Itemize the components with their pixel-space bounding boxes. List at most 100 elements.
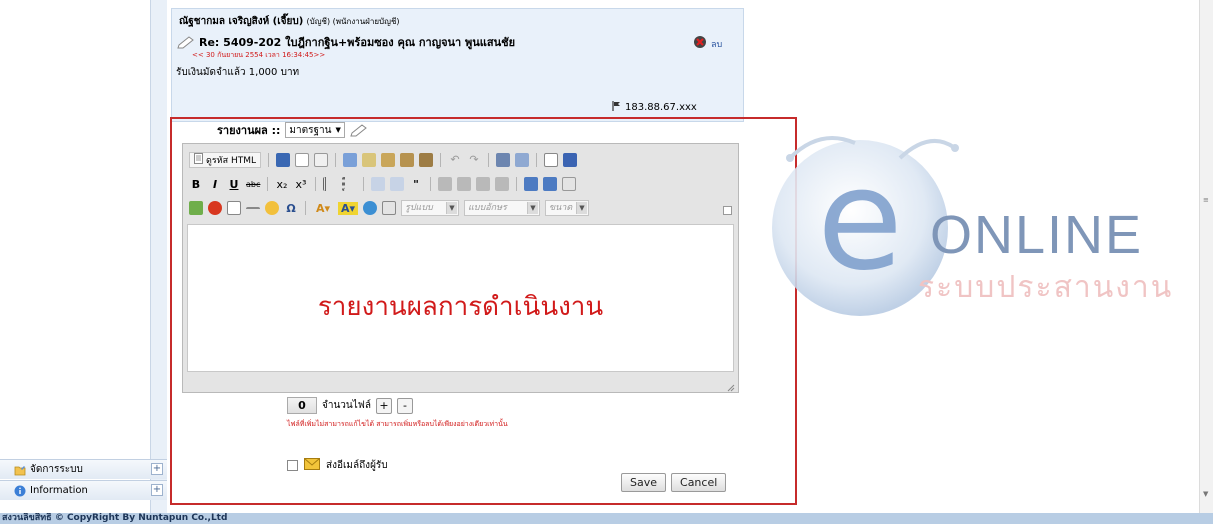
vertical-scrollbar[interactable]: ≡ ▼: [1199, 0, 1213, 513]
source-button[interactable]: ดูรหัส HTML: [189, 152, 262, 168]
copy-icon[interactable]: [362, 153, 377, 167]
align-justify-icon[interactable]: [495, 177, 509, 191]
font-select-label: แบบอักษร: [468, 203, 507, 213]
remove-format-icon[interactable]: [563, 153, 578, 167]
align-left-icon[interactable]: [438, 177, 452, 191]
collapse-toolbar-icon[interactable]: [723, 206, 732, 215]
undo-icon[interactable]: ↶: [448, 153, 462, 167]
flag-icon: [612, 101, 622, 114]
toolbar-separator: [536, 153, 538, 167]
sidebar-item-label: จัดการระบบ: [30, 464, 83, 475]
toolbar-separator: [315, 177, 316, 191]
toolbar-row-3: Ω A▾ A▾ รูปแบบ ▼ แบบอักษร ▼ ขนาด ▼: [189, 198, 589, 218]
size-select-label: ขนาด: [549, 203, 573, 213]
mail-icon: [304, 458, 320, 473]
delete-button[interactable]: ลบ: [692, 35, 722, 52]
pencil-icon: [177, 35, 195, 49]
document-icon: [194, 153, 203, 167]
bg-color-icon[interactable]: A▾: [338, 201, 358, 215]
outdent-icon[interactable]: [371, 177, 385, 191]
paste-text-icon[interactable]: [400, 153, 415, 167]
pencil-icon[interactable]: [350, 123, 368, 137]
toolbar-row-2: B I U abc x₂ x³ ": [189, 174, 576, 194]
anchor-icon[interactable]: [562, 177, 576, 191]
remove-file-button[interactable]: -: [397, 397, 413, 414]
bold-icon[interactable]: B: [189, 178, 203, 191]
delete-icon: [692, 35, 708, 52]
file-count-field[interactable]: 0: [287, 397, 317, 414]
info-icon: [14, 485, 26, 497]
sidebar: [0, 0, 167, 513]
resize-handle-icon[interactable]: [726, 382, 735, 392]
save-icon[interactable]: [276, 153, 291, 167]
sidebar-item-information[interactable]: Information +: [0, 480, 167, 500]
toolbar-separator: [335, 153, 337, 167]
online-logo: e ONLINE ระบบประสานงาน: [760, 118, 1200, 338]
table-icon[interactable]: [227, 201, 241, 215]
link-icon[interactable]: [524, 177, 538, 191]
subscript-icon[interactable]: x₂: [275, 178, 289, 191]
smiley-icon[interactable]: [265, 201, 279, 215]
report-label: รายงานผล ::: [217, 124, 281, 137]
superscript-icon[interactable]: x³: [294, 178, 308, 191]
sidebar-item-system[interactable]: จัดการระบบ +: [0, 459, 167, 479]
comment-date: << 30 กันยายน 2554 เวลา 16:34:45>>: [192, 51, 326, 59]
underline-icon[interactable]: U: [227, 178, 241, 191]
find-icon[interactable]: [496, 153, 511, 167]
sidebar-collapse-strip[interactable]: [150, 0, 167, 513]
chevron-down-icon: ▼: [576, 202, 587, 214]
chevron-down-icon: ▼: [446, 202, 457, 214]
comment-ip: 183.88.67.xxx: [625, 102, 697, 113]
image-icon[interactable]: [189, 201, 203, 215]
source-label: ดูรหัส HTML: [206, 156, 257, 166]
folder-icon: [14, 464, 26, 476]
attachment-controls: 0 จำนวนไฟล์ + -: [287, 397, 413, 414]
sidebar-item-label: Information: [30, 485, 88, 496]
email-option: ส่งอีเมล์ถึงผู้รับ: [287, 458, 388, 473]
report-type-select[interactable]: มาตรฐาน ▼: [285, 122, 345, 138]
select-all-icon[interactable]: [544, 153, 559, 167]
scrollbar-grip-icon[interactable]: ≡: [1203, 196, 1209, 204]
horizontal-rule-icon[interactable]: [246, 207, 260, 215]
expand-button[interactable]: +: [151, 484, 163, 496]
strikethrough-icon[interactable]: abc: [246, 180, 260, 189]
maximize-icon[interactable]: [363, 201, 377, 215]
add-file-button[interactable]: +: [376, 397, 392, 414]
blockquote-icon[interactable]: ": [409, 178, 423, 191]
align-center-icon[interactable]: [457, 177, 471, 191]
unlink-icon[interactable]: [543, 177, 557, 191]
indent-icon[interactable]: [390, 177, 404, 191]
expand-button[interactable]: +: [151, 463, 163, 475]
preview-icon[interactable]: [314, 153, 329, 167]
special-char-icon[interactable]: Ω: [284, 202, 298, 215]
paste-icon[interactable]: [381, 153, 396, 167]
email-label: ส่งอีเมล์ถึงผู้รับ: [326, 460, 388, 471]
bulleted-list-icon[interactable]: [342, 177, 356, 191]
replace-icon[interactable]: [515, 153, 530, 167]
new-page-icon[interactable]: [295, 153, 310, 167]
toolbar-separator: [516, 177, 517, 191]
show-blocks-icon[interactable]: [382, 201, 396, 215]
align-right-icon[interactable]: [476, 177, 490, 191]
numbered-list-icon[interactable]: [323, 177, 337, 191]
cut-icon[interactable]: [343, 153, 358, 167]
style-select-label: รูปแบบ: [405, 203, 433, 213]
text-color-icon[interactable]: A▾: [313, 202, 333, 215]
cancel-button[interactable]: Cancel: [671, 473, 727, 492]
logo-brand: ONLINE: [930, 205, 1144, 265]
flash-icon[interactable]: [208, 201, 222, 215]
comment-body: รับเงินมัดจำแล้ว 1,000 บาท: [176, 67, 300, 78]
italic-icon[interactable]: I: [208, 178, 222, 191]
size-select[interactable]: ขนาด ▼: [545, 200, 589, 216]
font-select[interactable]: แบบอักษร ▼: [464, 200, 540, 216]
paste-word-icon[interactable]: [419, 153, 434, 167]
style-select[interactable]: รูปแบบ ▼: [401, 200, 459, 216]
redo-icon[interactable]: ↷: [467, 153, 481, 167]
email-checkbox[interactable]: [287, 460, 298, 471]
comment-card: ณัฐชากมล เจริญสิงห์ (เจี๊ยบ) (บัญชี) (พน…: [171, 8, 744, 122]
save-button[interactable]: Save: [621, 473, 667, 492]
editor-content-text: รายงานผลการดำเนินงาน: [317, 291, 604, 322]
toolbar-separator: [440, 153, 442, 167]
editor-content-area[interactable]: รายงานผลการดำเนินงาน: [187, 224, 734, 372]
scroll-down-icon[interactable]: ▼: [1203, 490, 1208, 498]
